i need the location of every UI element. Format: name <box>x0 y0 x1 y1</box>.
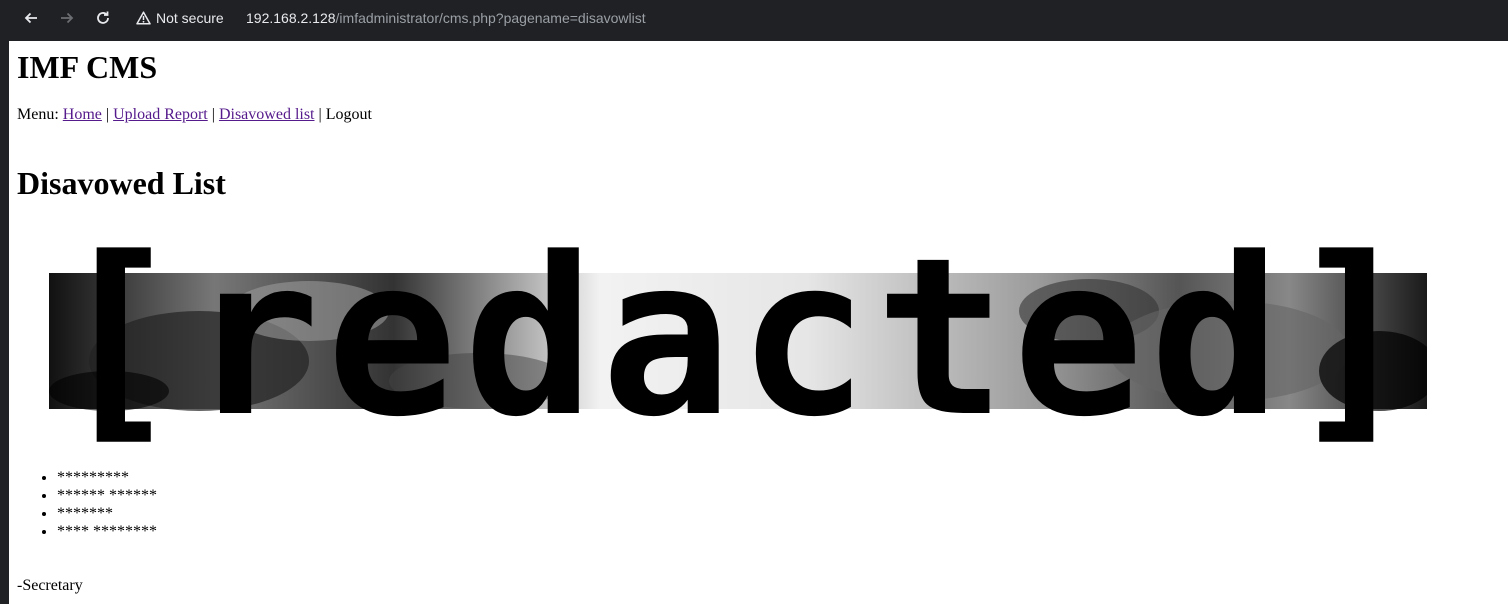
list-item: ****** ****** <box>57 487 157 505</box>
url-host: 192.168.2.128 <box>246 10 336 26</box>
site-title: IMF CMS <box>17 49 158 85</box>
redacted-banner-image: [redacted] <box>49 212 1427 465</box>
menu-separator: | <box>211 106 215 123</box>
menu-logout: Logout <box>325 106 372 123</box>
list-item: ******* <box>57 505 157 523</box>
browser-toolbar: Not secure 192.168.2.128/imfadministrato… <box>0 0 1508 36</box>
menu-separator: | <box>105 106 110 123</box>
redacted-stamp-text: [redacted] <box>51 212 1425 465</box>
url-path: /imfadministrator/cms.php?pagename=disav… <box>335 10 646 26</box>
list-item: **** ******** <box>57 523 157 541</box>
menu-link-home[interactable]: Home <box>63 106 102 123</box>
address-bar[interactable]: 192.168.2.128/imfadministrator/cms.php?p… <box>246 6 646 30</box>
menu-prefix: Menu: <box>17 106 59 123</box>
forward-button[interactable] <box>53 4 81 32</box>
signature: -Secretary <box>17 577 83 594</box>
menu-separator: | <box>318 106 322 123</box>
menu-link-upload-report[interactable]: Upload Report <box>113 106 208 123</box>
page-title: Disavowed List <box>17 165 226 201</box>
back-arrow-icon <box>24 12 37 24</box>
security-label: Not secure <box>156 10 224 26</box>
forward-arrow-icon <box>61 12 74 24</box>
security-indicator[interactable]: Not secure <box>136 6 224 30</box>
reload-button[interactable] <box>89 4 117 32</box>
warning-triangle-icon <box>136 11 151 25</box>
list-item: ********* <box>57 469 157 487</box>
menu-link-disavowed-list[interactable]: Disavowed list <box>219 106 315 123</box>
page-viewport: IMF CMS Menu: Home | Upload Report | Dis… <box>9 41 1508 604</box>
reload-icon <box>97 11 109 24</box>
disavowed-list: ********* ****** ****** ******* **** ***… <box>17 469 157 541</box>
back-button[interactable] <box>17 4 45 32</box>
menu-bar: Menu: Home | Upload Report | Disavowed l… <box>17 105 372 125</box>
